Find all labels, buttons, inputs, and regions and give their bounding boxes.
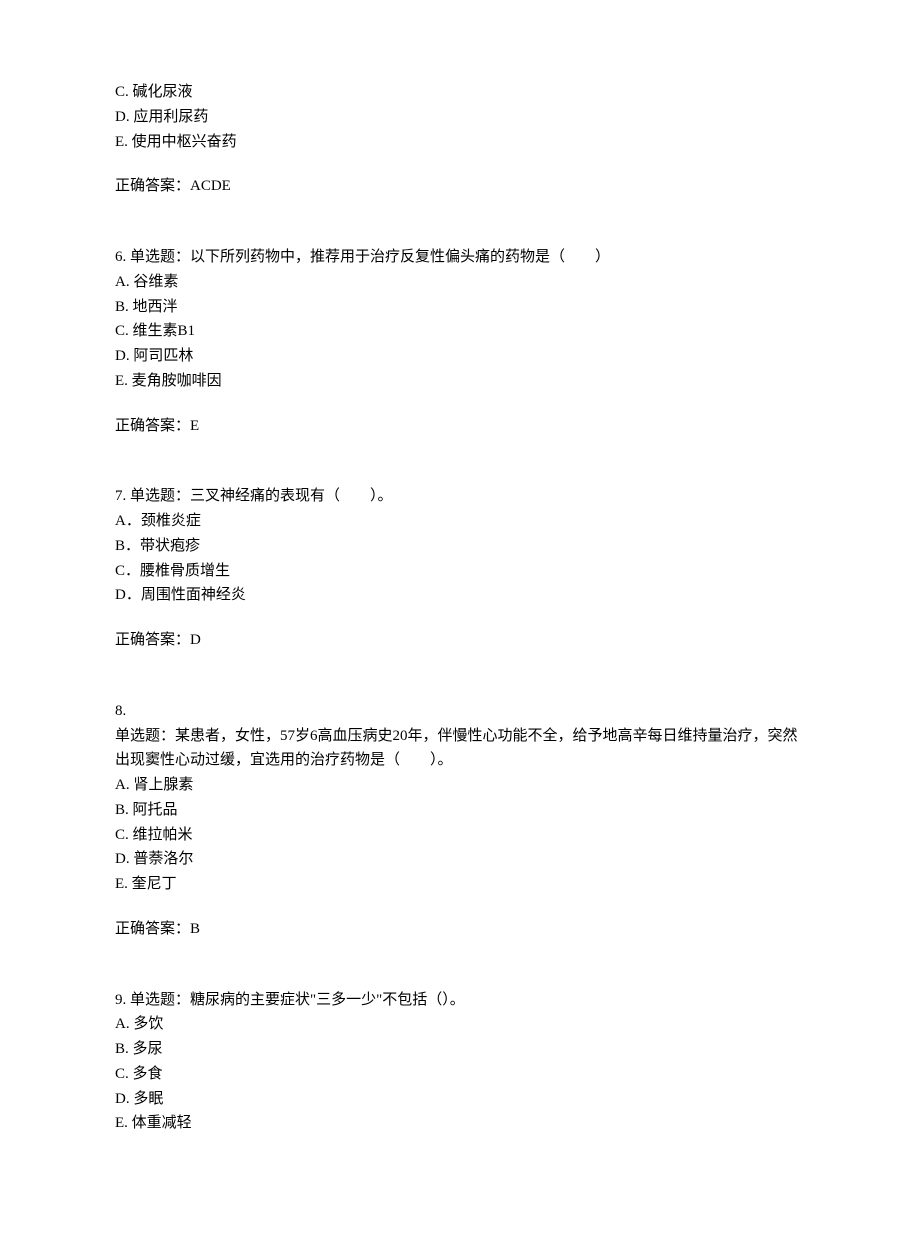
question-7: 7. 单选题：三叉神经痛的表现有（ ）。 A．颈椎炎症 B．带状疱疹 C．腰椎骨…: [115, 484, 805, 653]
answer-text: 正确答案：ACDE: [115, 174, 805, 199]
option-d: D. 应用利尿药: [115, 105, 805, 130]
option-d: D. 阿司匹林: [115, 344, 805, 369]
question-number: 7.: [115, 488, 126, 504]
question-text: 单选题：以下所列药物中，推荐用于治疗反复性偏头痛的药物是（ ）: [126, 249, 610, 265]
question-stem: 6. 单选题：以下所列药物中，推荐用于治疗反复性偏头痛的药物是（ ）: [115, 245, 805, 270]
option-b: B. 多尿: [115, 1037, 805, 1062]
question-text: 单选题：糖尿病的主要症状"三多一少"不包括（）。: [126, 992, 465, 1008]
option-a: A. 肾上腺素: [115, 773, 805, 798]
question-stem: 9. 单选题：糖尿病的主要症状"三多一少"不包括（）。: [115, 988, 805, 1013]
answer-text: 正确答案：E: [115, 414, 805, 439]
question-6: 6. 单选题：以下所列药物中，推荐用于治疗反复性偏头痛的药物是（ ） A. 谷维…: [115, 245, 805, 438]
option-c: C. 多食: [115, 1062, 805, 1087]
option-b: B. 阿托品: [115, 798, 805, 823]
answer-text: 正确答案：B: [115, 917, 805, 942]
answer-text: 正确答案：D: [115, 628, 805, 653]
question-5-partial: C. 碱化尿液 D. 应用利尿药 E. 使用中枢兴奋药 正确答案：ACDE: [115, 80, 805, 199]
option-a: A．颈椎炎症: [115, 509, 805, 534]
question-8: 8. 单选题：某患者，女性，57岁6高血压病史20年，伴慢性心功能不全，给予地高…: [115, 699, 805, 942]
question-number: 9.: [115, 992, 126, 1008]
option-e: E. 麦角胺咖啡因: [115, 369, 805, 394]
option-c: C．腰椎骨质增生: [115, 559, 805, 584]
option-c: C. 维生素B1: [115, 319, 805, 344]
option-c: C. 维拉帕米: [115, 823, 805, 848]
question-stem: 7. 单选题：三叉神经痛的表现有（ ）。: [115, 484, 805, 509]
option-d: D．周围性面神经炎: [115, 583, 805, 608]
option-e: E. 奎尼丁: [115, 872, 805, 897]
option-b: B．带状疱疹: [115, 534, 805, 559]
question-9: 9. 单选题：糖尿病的主要症状"三多一少"不包括（）。 A. 多饮 B. 多尿 …: [115, 988, 805, 1137]
question-number: 6.: [115, 249, 126, 265]
option-c: C. 碱化尿液: [115, 80, 805, 105]
option-e: E. 体重减轻: [115, 1111, 805, 1136]
option-d: D. 多眠: [115, 1087, 805, 1112]
option-d: D. 普萘洛尔: [115, 847, 805, 872]
option-a: A. 谷维素: [115, 270, 805, 295]
option-b: B. 地西泮: [115, 295, 805, 320]
question-stem: 单选题：某患者，女性，57岁6高血压病史20年，伴慢性心功能不全，给予地高辛每日…: [115, 724, 805, 774]
option-e: E. 使用中枢兴奋药: [115, 130, 805, 155]
question-number: 8.: [115, 699, 805, 724]
option-a: A. 多饮: [115, 1012, 805, 1037]
question-text: 单选题：三叉神经痛的表现有（ ）。: [126, 488, 392, 504]
